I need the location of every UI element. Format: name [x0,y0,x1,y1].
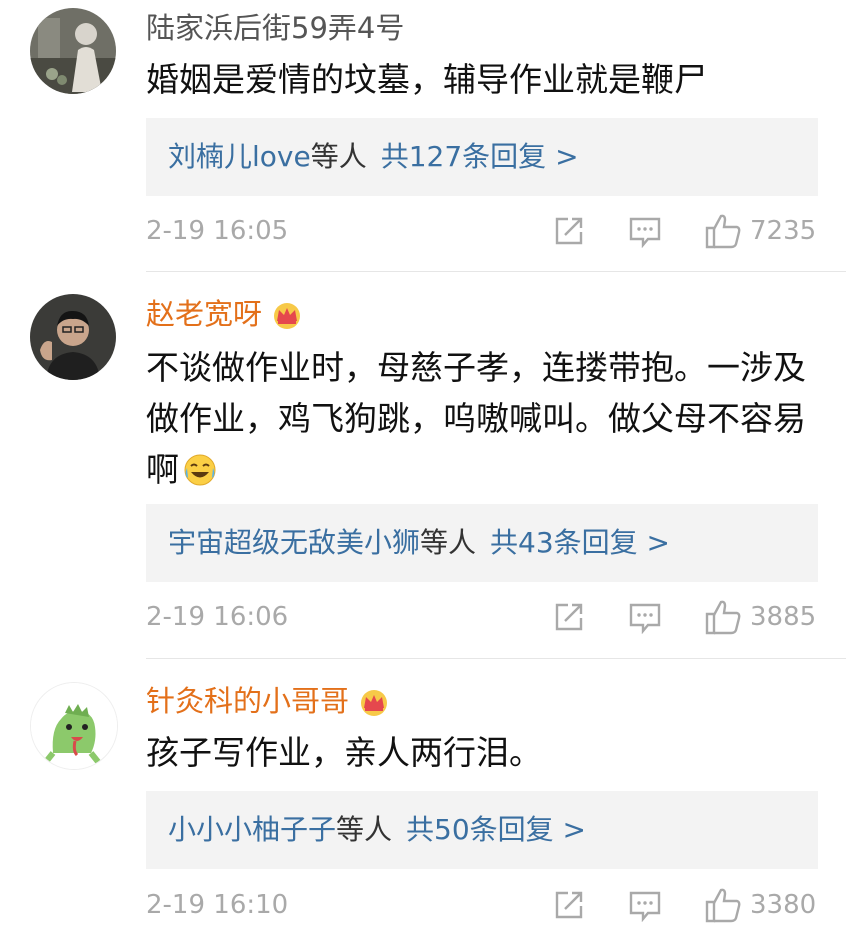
photo-avatar-icon [30,8,116,94]
username[interactable]: 针灸科的小哥哥 [146,681,391,721]
comment-reply-icon[interactable] [628,602,662,634]
divider [146,658,846,659]
user-avatar[interactable] [30,8,116,94]
comment-meta: 2-19 16:05 7235 [146,212,818,256]
share-icon[interactable] [552,600,586,634]
comment-meta: 2-19 16:10 3380 [146,886,818,930]
reply-summary[interactable]: 宇宙超级无敌美小狮等人 共43条回复 > [146,504,818,582]
username[interactable]: 陆家浜后街59弄4号 [146,8,404,48]
user-avatar[interactable] [30,294,116,380]
username-text[interactable]: 赵老宽呀 [146,297,262,331]
comment-text: 不谈做作业时，母慈子孝，连搂带抱。一涉及做作业，鸡飞狗跳，呜嗷喊叫。做父母不容易… [146,342,806,495]
reply-count-link[interactable]: 共127条回复 > [381,140,579,173]
vip-crown-icon [270,300,304,330]
reply-names[interactable]: 宇宙超级无敌美小狮 [168,526,420,559]
comment-reply-icon[interactable] [628,216,662,248]
reply-names[interactable]: 小小小柚子子 [168,813,336,846]
comment-time: 2-19 16:10 [146,890,289,920]
reply-count-link[interactable]: 共50条回复 > [406,813,586,846]
like-count: 7235 [750,216,817,246]
like-thumb-icon[interactable] [704,886,742,924]
like-thumb-icon[interactable] [704,598,742,636]
like-count: 3885 [750,602,817,632]
like-count: 3380 [750,890,817,920]
divider [146,271,846,272]
reply-suffix: 等人 [420,526,477,559]
share-icon[interactable] [552,214,586,248]
comment-reply-icon[interactable] [628,890,662,922]
vip-crown-icon [357,687,391,717]
reply-count-link[interactable]: 共43条回复 > [490,526,670,559]
like-thumb-icon[interactable] [704,212,742,250]
username-text[interactable]: 针灸科的小哥哥 [146,684,349,718]
person-avatar-icon [30,294,116,380]
comment-time: 2-19 16:06 [146,602,289,632]
reply-summary[interactable]: 小小小柚子子等人 共50条回复 > [146,791,818,869]
dinosaur-avatar-icon [31,683,117,769]
comment-time: 2-19 16:05 [146,216,289,246]
user-avatar[interactable] [30,682,118,770]
comment-text: 婚姻是爱情的坟墓，辅导作业就是鞭尸 [146,60,707,99]
reply-suffix: 等人 [336,813,393,846]
comment-text: 孩子写作业，亲人两行泪。 [146,733,542,772]
comment-meta: 2-19 16:06 3885 [146,598,818,642]
reply-summary[interactable]: 刘楠儿love等人 共127条回复 > [146,118,818,196]
username[interactable]: 赵老宽呀 [146,294,304,334]
reply-names[interactable]: 刘楠儿love [168,140,311,173]
share-icon[interactable] [552,888,586,922]
reply-suffix: 等人 [310,140,367,173]
comment-text-content: 不谈做作业时，母慈子孝，连搂带抱。一涉及做作业，鸡飞狗跳，呜嗷喊叫。做父母不容易… [146,348,806,489]
laugh-cry-emoji-icon [183,453,217,487]
